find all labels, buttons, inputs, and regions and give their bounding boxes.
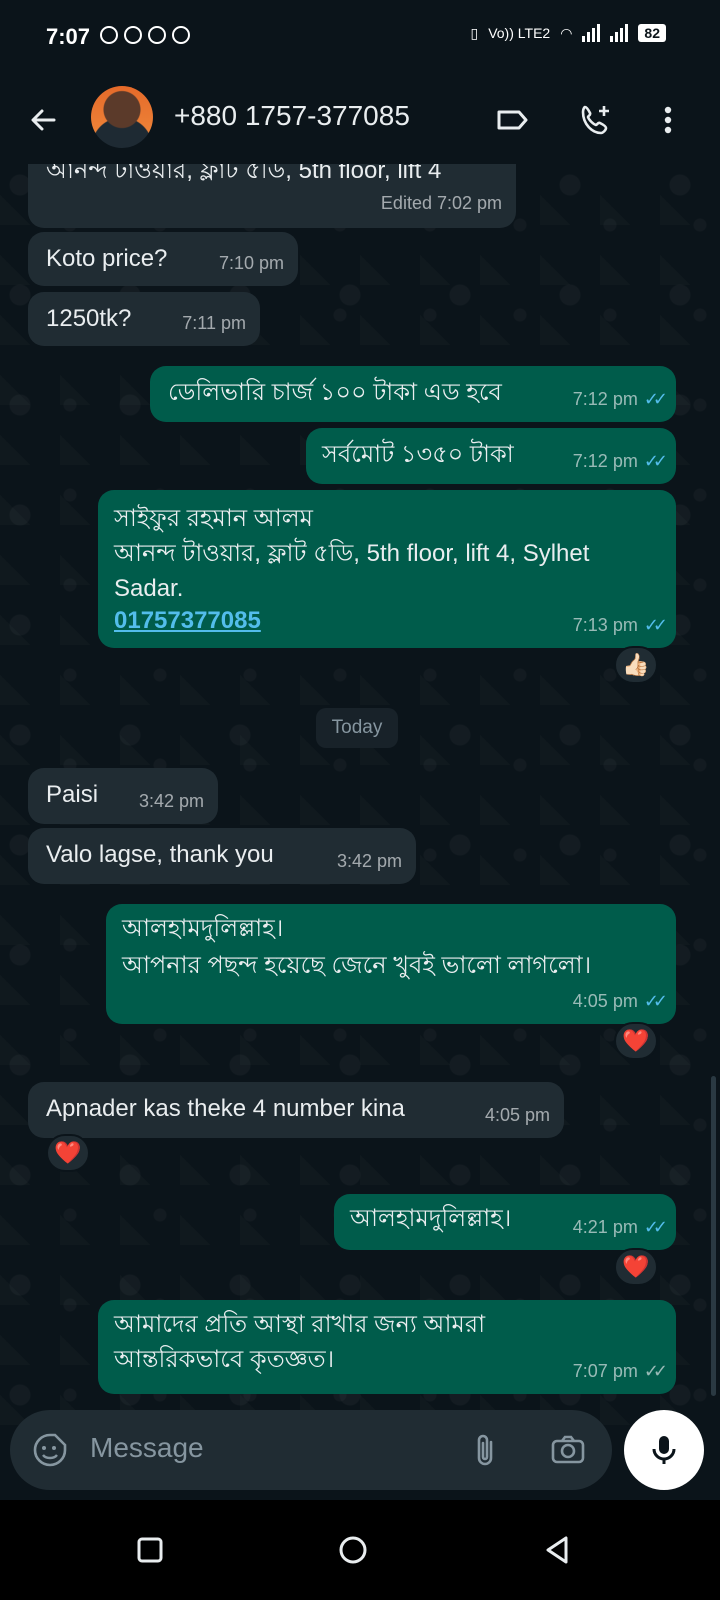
phone-number-link[interactable]: 01757377085	[114, 604, 261, 637]
outgoing-message[interactable]: সর্বমোট ১৩৫০ টাকা 7:12 pm ✓✓	[306, 428, 676, 484]
camera-icon[interactable]	[548, 1430, 588, 1470]
message-line: আন্তরিকভাবে কৃতজ্ঞত।	[114, 1346, 335, 1373]
message-line: আপনার পছন্দ হয়েছে জেনে খুবই ভালো লাগলো।	[122, 952, 592, 979]
message-text: ডেলিভারি চার্জ ১০০ টাকা এড হবে	[168, 379, 502, 406]
message-input[interactable]: Message	[90, 1432, 204, 1464]
more-vertical-icon[interactable]	[648, 100, 688, 140]
message-time: 4:21 pm	[572, 1217, 638, 1237]
incoming-message[interactable]: Koto price? 7:10 pm	[28, 232, 298, 286]
status-time: 7:07	[46, 24, 91, 49]
message-text: Koto price?	[46, 245, 168, 272]
message-text: Valo lagse, thank you	[46, 841, 274, 868]
message-line: আলহামদুলিল্লাহ।	[122, 915, 284, 942]
outgoing-message[interactable]: ডেলিভারি চার্জ ১০০ টাকা এড হবে 7:12 pm ✓✓	[150, 366, 676, 422]
double-check-icon: ✓✓	[643, 389, 668, 409]
message-time: 7:13 pm	[572, 615, 638, 635]
double-check-icon: ✓✓	[643, 615, 668, 635]
reaction-badge[interactable]: ❤️	[614, 1248, 658, 1286]
double-check-icon: ✓✓	[643, 451, 668, 471]
reaction-badge[interactable]: ❤️	[46, 1134, 90, 1172]
message-time: 7:10 pm	[218, 253, 284, 273]
day-separator: Today	[316, 708, 398, 748]
system-icons: ▯ Vo)) LTE2 ◠ 82	[470, 24, 666, 42]
message-meta: 4:05 pm ✓✓	[572, 985, 668, 1018]
do-not-disturb-icon	[172, 26, 190, 44]
signal-2-icon	[610, 24, 629, 42]
message-time: 3:42 pm	[336, 851, 402, 871]
label-icon[interactable]	[492, 100, 532, 140]
message-text: সর্বমোট ১৩৫০ টাকা	[322, 441, 514, 468]
messenger-notification-icon	[100, 26, 118, 44]
back-nav-icon[interactable]	[538, 1530, 578, 1570]
message-line: Sadar.	[114, 575, 184, 602]
message-line: সাইফুর রহমান আলম	[114, 505, 314, 532]
system-nav-bar	[0, 1500, 720, 1600]
message-time: 4:05 pm	[572, 991, 638, 1011]
sticker-icon[interactable]	[30, 1430, 70, 1470]
message-time: 3:42 pm	[138, 791, 204, 811]
message-meta: 7:13 pm ✓✓	[572, 609, 668, 642]
message-meta: 4:21 pm ✓✓	[572, 1211, 668, 1244]
heart-reaction: ❤️	[622, 1254, 650, 1279]
double-check-icon: ✓✓	[643, 991, 668, 1011]
home-icon[interactable]	[333, 1530, 373, 1570]
mic-icon	[652, 1436, 676, 1464]
incoming-message[interactable]: 1250tk? 7:11 pm	[28, 292, 260, 346]
message-time: 7:11 pm	[182, 313, 246, 333]
vibrate-icon: ▯	[470, 24, 479, 41]
reaction-badge[interactable]: ❤️	[614, 1022, 658, 1060]
heart-reaction: ❤️	[54, 1140, 82, 1165]
outgoing-message[interactable]: আলহামদুলিল্লাহ। 4:21 pm ✓✓	[334, 1194, 676, 1250]
message-line: আমাদের প্রতি আস্থা রাখার জন্য আমরা	[114, 1311, 486, 1338]
thumbs-up-reaction: 👍🏻	[622, 652, 650, 677]
outgoing-message[interactable]: আলহামদুলিল্লাহ। আপনার পছন্দ হয়েছে জেনে …	[106, 904, 676, 1024]
whatsapp-notification-icon	[148, 26, 166, 44]
message-time: 4:05 pm	[484, 1105, 550, 1125]
avatar[interactable]	[91, 86, 153, 148]
chat-thread[interactable]: আনন্দ টাওয়ার, ফ্লাট ৫ডি, 5th floor, lif…	[0, 0, 720, 1600]
battery-icon: 82	[638, 24, 666, 42]
message-time: 7:12 pm	[572, 389, 638, 409]
message-composer: Message	[10, 1410, 612, 1490]
message-text: 1250tk?	[46, 305, 132, 332]
message-text: Paisi	[46, 781, 99, 808]
add-call-icon[interactable]	[576, 100, 616, 140]
message-time: 7:12 pm	[572, 451, 638, 471]
message-line: আনন্দ টাওয়ার, ফ্লাট ৫ডি, 5th floor, lif…	[114, 540, 590, 567]
arrow-left-icon[interactable]	[24, 100, 64, 140]
chat-header: +880 1757-377085	[0, 76, 720, 164]
recent-apps-icon[interactable]	[130, 1530, 170, 1570]
message-meta: 7:12 pm ✓✓	[572, 383, 668, 416]
incoming-message[interactable]: Apnader kas theke 4 number kina 4:05 pm	[28, 1082, 564, 1138]
scrollbar[interactable]	[711, 1076, 716, 1396]
mic-button[interactable]	[624, 1410, 704, 1490]
signal-1-icon	[582, 24, 601, 42]
heart-reaction: ❤️	[622, 1028, 650, 1053]
notification-icons	[100, 26, 190, 44]
reaction-badge[interactable]: 👍🏻	[614, 646, 658, 684]
message-meta: 7:07 pm ✓✓	[572, 1355, 668, 1388]
outgoing-message[interactable]: সাইফুর রহমান আলম আনন্দ টাওয়ার, ফ্লাট ৫ড…	[98, 490, 676, 648]
incoming-message[interactable]: Paisi 3:42 pm	[28, 768, 218, 824]
wifi-icon: ◠	[560, 24, 573, 41]
contact-name[interactable]: +880 1757-377085	[174, 100, 410, 132]
network-label: Vo)) LTE2	[488, 25, 551, 41]
message-meta: 7:12 pm ✓✓	[572, 445, 668, 478]
incoming-message[interactable]: Valo lagse, thank you 3:42 pm	[28, 828, 416, 884]
outgoing-message[interactable]: আমাদের প্রতি আস্থা রাখার জন্য আমরা আন্তর…	[98, 1300, 676, 1394]
paperclip-icon[interactable]	[466, 1430, 506, 1470]
status-bar: 7:07 ▯ Vo)) LTE2 ◠ 82	[0, 0, 720, 76]
double-check-icon: ✓✓	[643, 1361, 668, 1381]
message-text: Apnader kas theke 4 number kina	[46, 1095, 405, 1122]
message-time: 7:07 pm	[572, 1361, 638, 1381]
double-check-icon: ✓✓	[643, 1217, 668, 1237]
whatsapp-business-notification-icon	[124, 26, 142, 44]
message-time: Edited 7:02 pm	[380, 193, 502, 213]
message-text: আলহামদুলিল্লাহ।	[350, 1205, 512, 1232]
